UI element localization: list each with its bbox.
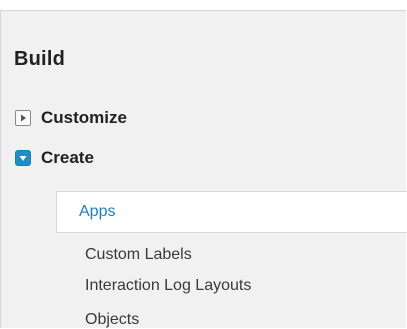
tree-node-create[interactable]: Create (15, 147, 94, 169)
triangle-down-icon (19, 156, 27, 161)
triangle-right-icon (21, 114, 26, 122)
collapse-toggle-icon[interactable] (15, 150, 31, 166)
tree-node-customize[interactable]: Customize (15, 107, 127, 129)
nav-item-interaction-log-layouts[interactable]: Interaction Log Layouts (85, 277, 251, 295)
section-title: Build (14, 48, 65, 70)
tree-node-label-create: Create (41, 148, 94, 167)
nav-item-apps-label[interactable]: Apps (79, 203, 115, 221)
tree-node-label-customize: Customize (41, 108, 127, 127)
nav-item-apps-selected[interactable]: Apps (56, 191, 407, 233)
build-panel: Build Customize Create Apps Custom Label… (0, 10, 407, 329)
app-root: Build Customize Create Apps Custom Label… (0, 0, 407, 328)
nav-item-objects[interactable]: Objects (85, 311, 139, 329)
nav-item-custom-labels[interactable]: Custom Labels (85, 246, 192, 264)
expand-toggle-icon[interactable] (15, 110, 31, 126)
